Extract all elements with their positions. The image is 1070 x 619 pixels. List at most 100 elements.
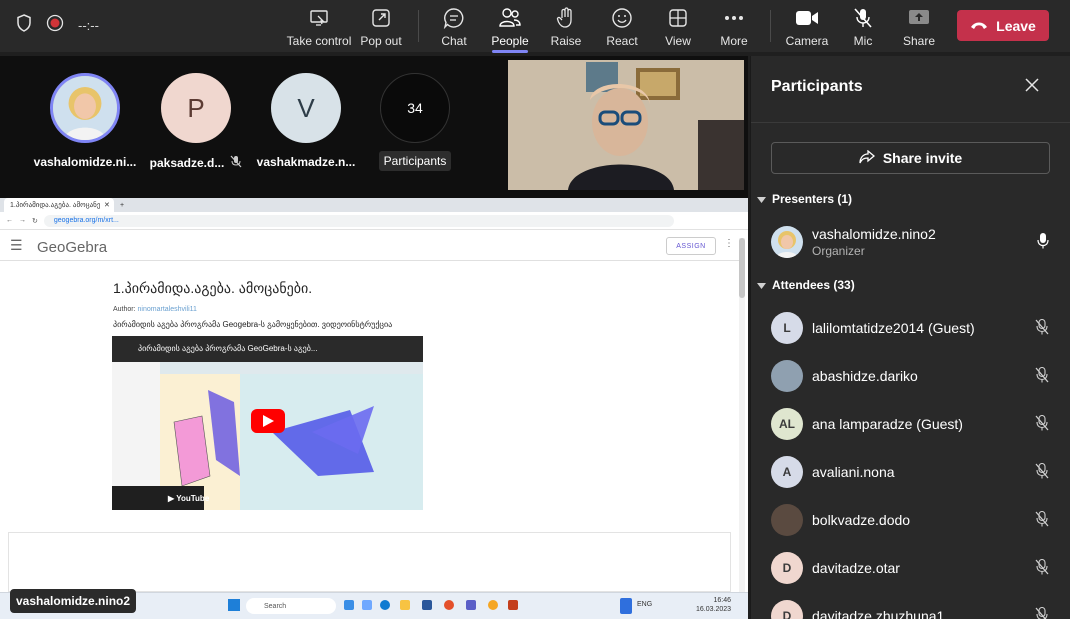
view-button[interactable]: View — [647, 6, 709, 48]
mic-off-icon — [1035, 414, 1049, 436]
meeting-status: --:-- — [16, 14, 99, 37]
mic-off-icon — [1035, 462, 1049, 484]
page-title: 1.პირამიდა.აგება. ამოცანები. — [113, 280, 313, 296]
geogebra-logo[interactable]: GeoGebra — [37, 239, 107, 256]
mic-icon — [1037, 233, 1049, 254]
edge-icon[interactable] — [380, 600, 390, 610]
language-indicator[interactable]: ENG — [637, 601, 652, 608]
participant-row[interactable]: bolkvadze.dodo — [771, 502, 1061, 538]
page-scrollbar[interactable] — [739, 238, 745, 608]
share-invite-button[interactable]: Share invite — [771, 142, 1050, 174]
pop-out-label: Pop out — [360, 34, 402, 48]
geogebra-header: ☰ GeoGebra ASSIGN ⋮ — [0, 231, 740, 261]
participant-row[interactable]: Llalilomtatidze2014 (Guest) — [771, 310, 1061, 346]
pop-out-icon — [371, 6, 391, 30]
scrollbar-thumb[interactable] — [739, 238, 745, 298]
clock-date: 16.03.2023 — [696, 606, 732, 613]
people-button[interactable]: People — [479, 6, 541, 53]
hang-up-icon — [970, 18, 988, 34]
participant-tile[interactable]: vashalomidze.ni... — [30, 73, 140, 169]
raise-hand-button[interactable]: Raise — [535, 6, 597, 48]
app-icon[interactable] — [488, 600, 498, 610]
overflow-count: 34 — [380, 73, 450, 143]
teams-icon[interactable] — [466, 600, 476, 610]
author-label: Author: — [113, 306, 136, 313]
avatar — [771, 504, 803, 536]
menu-icon[interactable]: ☰ — [10, 237, 23, 254]
share-button[interactable]: Share — [888, 6, 950, 48]
folder-icon[interactable] — [400, 600, 410, 610]
self-video — [508, 60, 744, 190]
attendees-section-header[interactable]: Attendees (33) — [757, 278, 855, 292]
close-icon[interactable] — [1025, 78, 1039, 97]
participant-name: davitadze.otar — [812, 560, 900, 576]
share-icon — [859, 149, 875, 167]
url-field[interactable]: geogebra.org/m/xrt... — [43, 214, 674, 227]
share-label: Share — [902, 34, 936, 48]
toolbar-divider — [770, 10, 771, 42]
people-icon — [498, 6, 522, 30]
browser-tab-title: 1.პირამიდა.აგება. ამოცანები. — [10, 202, 100, 209]
url-text: geogebra.org/m/xrt... — [53, 217, 119, 224]
participant-name: ana lamparadze (Guest) — [812, 416, 963, 432]
browser-tab[interactable]: 1.პირამიდა.აგება. ამოცანები. ✕ — [4, 198, 114, 212]
clock-time: 16:46 — [713, 597, 732, 604]
browser-address-bar: ← → ↻ geogebra.org/m/xrt... — [0, 212, 748, 230]
pop-out-button[interactable]: Pop out — [350, 6, 412, 48]
system-clock[interactable]: 16:46 16.03.2023 — [696, 596, 731, 614]
participant-role: Organizer — [812, 244, 865, 258]
forward-icon[interactable]: → — [19, 217, 26, 224]
mic-off-icon — [1035, 510, 1049, 532]
leave-button[interactable]: Leave — [957, 10, 1049, 41]
assign-button[interactable]: ASSIGN — [666, 237, 716, 255]
tile-name: vashalomidze.ni... — [33, 155, 137, 169]
app-icon[interactable] — [362, 600, 372, 610]
new-tab-icon[interactable]: + — [120, 202, 124, 209]
participant-row[interactable]: Ddavitadze.otar — [771, 550, 1061, 586]
participant-info: vashalomidze.nino2 Organizer — [812, 226, 936, 258]
youtube-embed[interactable]: პირამიდის აგება პროგრამა GeoGebra-ს აგებ… — [112, 336, 423, 510]
author-link[interactable]: ninomartaleshvili11 — [138, 306, 197, 313]
participant-row[interactable]: AL ana lamparadze (Guest) — [771, 406, 1061, 442]
author-line: Author: ninomartaleshvili11 — [113, 306, 197, 313]
participant-row[interactable]: abashidze.dariko — [771, 358, 1061, 394]
taskbar-search[interactable]: Search — [246, 598, 336, 614]
shared-screen: 1.პირამიდა.აგება. ამოცანები. ✕ + ← → ↻ g… — [0, 198, 748, 619]
more-button[interactable]: More — [703, 6, 765, 48]
share-invite-label: Share invite — [882, 150, 963, 166]
kebab-menu-icon[interactable]: ⋮ — [724, 238, 734, 249]
participants-overflow-tile[interactable]: 34 Participants — [360, 73, 470, 171]
chat-icon — [443, 6, 465, 30]
reload-icon[interactable]: ↻ — [32, 217, 38, 225]
windows-start-icon[interactable] — [228, 599, 240, 611]
participant-row[interactable]: Ddavitadze.zhuzhuna1 — [771, 598, 1061, 619]
participant-tile[interactable]: P paksadze.d... — [141, 73, 251, 171]
applet-frame[interactable] — [8, 532, 731, 592]
taskbar-search-placeholder: Search — [264, 602, 287, 610]
avatar: L — [771, 312, 803, 344]
word-icon[interactable] — [422, 600, 432, 610]
avatar: AL — [771, 408, 803, 440]
smiley-icon — [611, 6, 633, 30]
participant-row[interactable]: vashalomidze.nino2 Organizer — [771, 224, 1061, 260]
mic-button[interactable]: Mic — [832, 6, 894, 48]
camera-button[interactable]: Camera — [776, 6, 838, 48]
chrome-icon[interactable] — [444, 600, 454, 610]
close-icon[interactable]: ✕ — [104, 201, 110, 209]
app-icon[interactable] — [344, 600, 354, 610]
react-button[interactable]: React — [591, 6, 653, 48]
participant-tile[interactable]: V vashakmadze.n... — [251, 73, 361, 169]
mic-tray-icon[interactable] — [620, 598, 632, 614]
description: პირამიდის აგება პროგრამა Geogebra-ს გამო… — [113, 320, 393, 329]
toolbar-divider — [418, 10, 419, 42]
take-control-button[interactable]: Take control — [287, 6, 351, 48]
powerpoint-icon[interactable] — [508, 600, 518, 610]
participant-name: davitadze.zhuzhuna1 — [812, 608, 945, 619]
chat-button[interactable]: Chat — [423, 6, 485, 48]
video-thumbnail — [112, 336, 423, 510]
participant-row[interactable]: Aavaliani.nona — [771, 454, 1061, 490]
back-icon[interactable]: ← — [6, 217, 13, 224]
presenters-label: Presenters (1) — [772, 192, 853, 206]
presenters-section-header[interactable]: Presenters (1) — [757, 192, 852, 206]
mic-off-icon — [1035, 318, 1049, 340]
